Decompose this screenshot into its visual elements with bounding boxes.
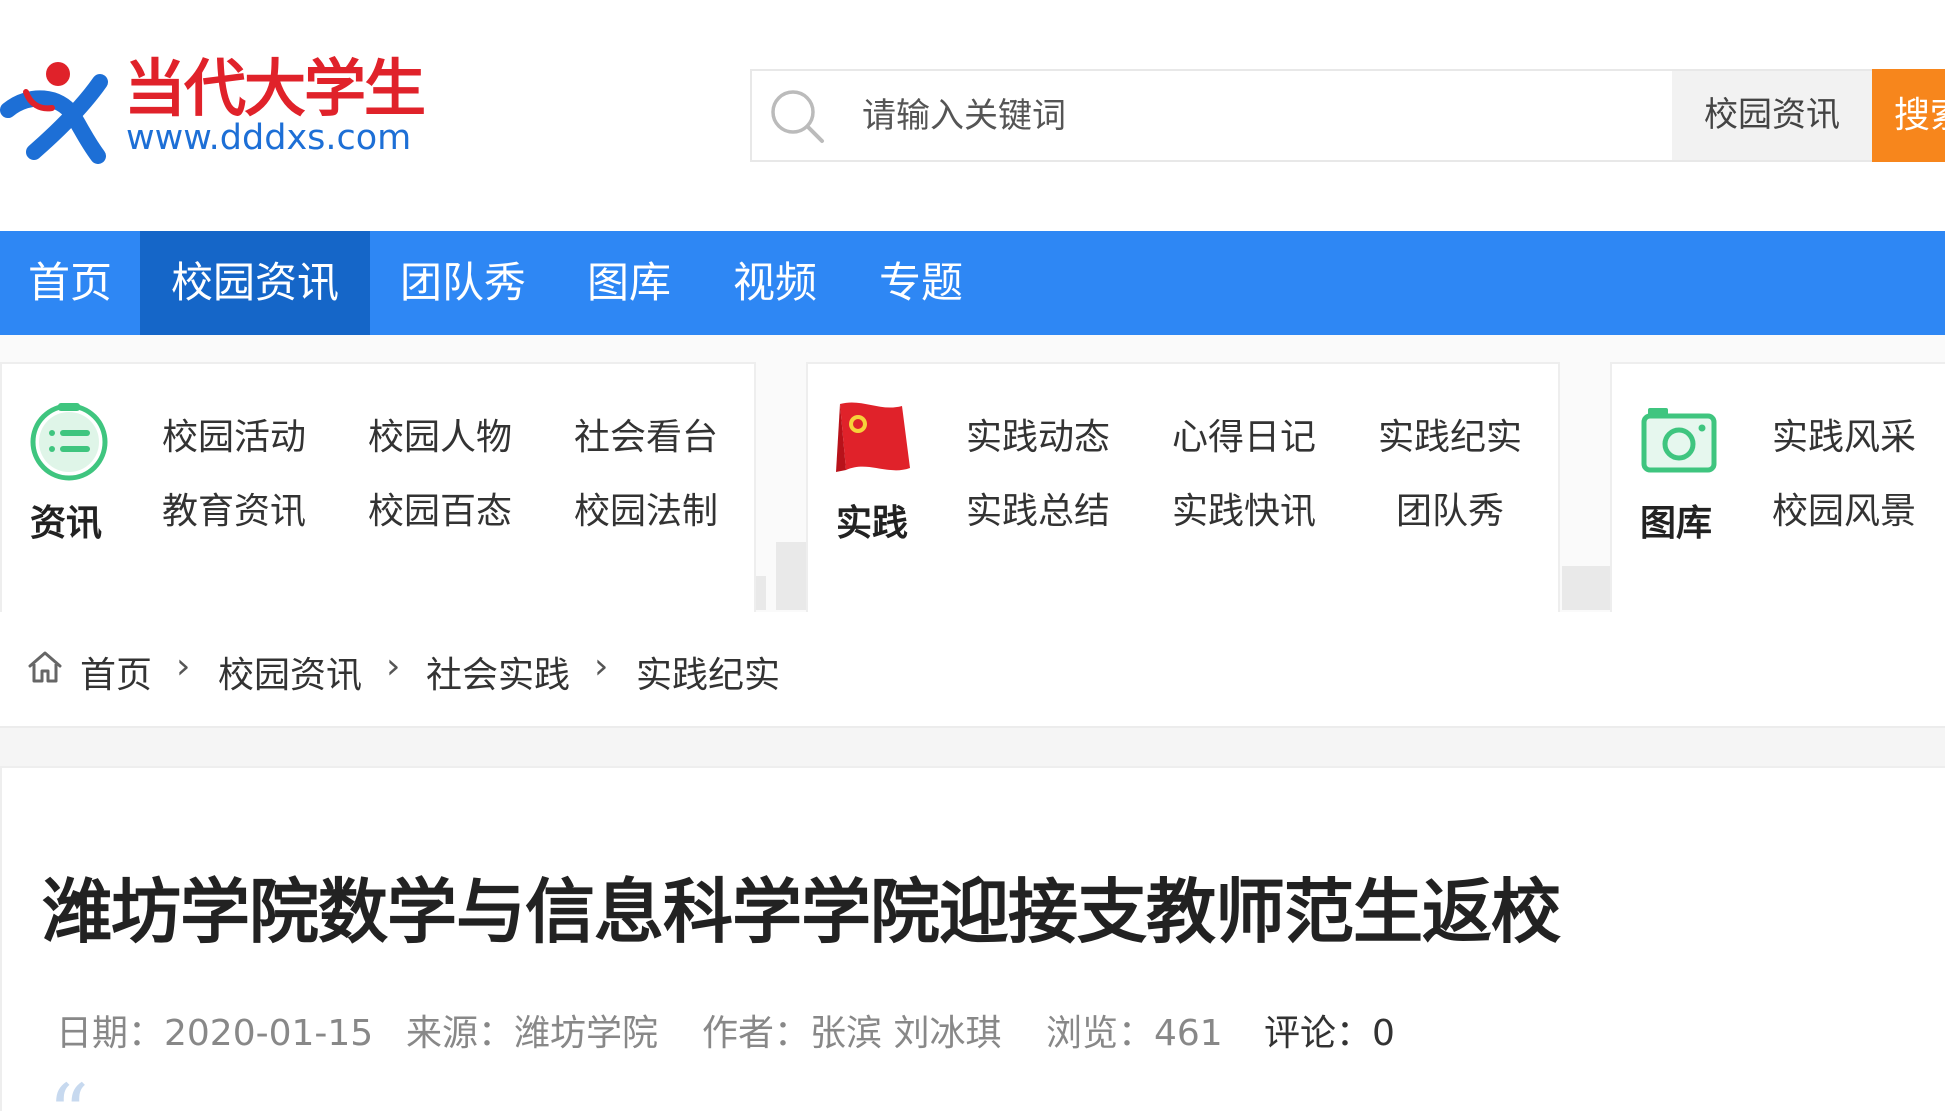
- sub-link-campus-people[interactable]: 校园人物: [368, 408, 512, 460]
- sub-link-education-news[interactable]: 教育资讯: [162, 482, 306, 534]
- article: 潍坊学院数学与信息科学学院迎接支教师范生返校 日期：2020-01-15 来源：…: [0, 766, 1945, 1111]
- category-label-news[interactable]: 资讯: [30, 494, 102, 546]
- sub-link-campus-activities[interactable]: 校园活动: [162, 408, 306, 460]
- breadcrumb-practice-record[interactable]: 实践纪实: [636, 646, 780, 698]
- logo-chinese-name: 当代大学生: [124, 52, 426, 125]
- article-title: 潍坊学院数学与信息科学学院迎接支教师范生返校: [42, 871, 1561, 953]
- category-panel-practice: 实践 实践动态 心得日记 实践纪实 实践总结 实践快讯 团队秀: [806, 362, 1560, 612]
- list-icon: [30, 403, 108, 481]
- sub-link-practice-style[interactable]: 实践风采: [1772, 408, 1916, 460]
- article-author: 作者：张滨 刘冰琪: [702, 1013, 1002, 1054]
- article-source: 来源：潍坊学院: [406, 1013, 659, 1054]
- logo-mark-icon: [0, 62, 108, 164]
- sub-link-practice-flash[interactable]: 实践快讯: [1172, 482, 1316, 534]
- main-nav: 首页 校园资讯 团队秀 图库 视频 专题: [0, 231, 1945, 335]
- sub-link-diary[interactable]: 心得日记: [1172, 408, 1316, 460]
- site-header: 当代大学生 www.dddxs.com 校园资讯 搜索: [0, 0, 1945, 231]
- category-band: 资讯 校园活动 校园人物 社会看台 教育资讯 校园百态 校园法制 实践 实践动态…: [0, 335, 1945, 612]
- article-comments[interactable]: 评论：0: [1264, 1004, 1395, 1056]
- category-label-gallery[interactable]: 图库: [1640, 494, 1712, 546]
- breadcrumb-separator-icon: ›: [176, 646, 191, 687]
- nav-item-home[interactable]: 首页: [0, 231, 140, 335]
- sub-link-practice-summary[interactable]: 实践总结: [966, 482, 1110, 534]
- sub-link-practice-record[interactable]: 实践纪实: [1378, 408, 1522, 460]
- site-logo[interactable]: 当代大学生 www.dddxs.com: [0, 48, 430, 168]
- breadcrumb-campus-news[interactable]: 校园资讯: [218, 646, 362, 698]
- breadcrumb: 首页 › 校园资讯 › 社会实践 › 实践纪实: [0, 612, 1945, 728]
- breadcrumb-separator-icon: ›: [386, 646, 401, 687]
- flag-icon: [836, 402, 910, 472]
- search-button[interactable]: 搜索: [1872, 69, 1945, 162]
- home-icon[interactable]: [26, 648, 64, 686]
- sub-link-campus-scenery[interactable]: 校园风景: [1772, 482, 1916, 534]
- nav-item-campus-news[interactable]: 校园资讯: [140, 231, 370, 335]
- category-label-practice[interactable]: 实践: [836, 494, 908, 546]
- logo-url: www.dddxs.com: [126, 118, 412, 158]
- sub-link-campus-life[interactable]: 校园百态: [368, 482, 512, 534]
- breadcrumb-home[interactable]: 首页: [80, 646, 152, 698]
- breadcrumb-social-practice[interactable]: 社会实践: [426, 646, 570, 698]
- nav-item-topics[interactable]: 专题: [848, 231, 994, 335]
- search-scope-select[interactable]: 校园资讯: [1672, 71, 1872, 160]
- sub-link-campus-law[interactable]: 校园法制: [574, 482, 718, 534]
- sub-link-social-watch[interactable]: 社会看台: [574, 408, 718, 460]
- nav-item-team-show[interactable]: 团队秀: [380, 231, 546, 335]
- search-input[interactable]: [862, 83, 1402, 149]
- section-gap: [0, 728, 1945, 768]
- category-panel-gallery: 图库 实践风采 校园风景: [1610, 362, 1945, 612]
- quote-icon: “: [48, 1074, 89, 1111]
- sub-link-team-show[interactable]: 团队秀: [1396, 482, 1504, 534]
- breadcrumb-separator-icon: ›: [594, 646, 609, 687]
- search-bar: 校园资讯 搜索: [750, 69, 1945, 162]
- nav-item-gallery[interactable]: 图库: [556, 231, 702, 335]
- article-views: 浏览：461: [1046, 1013, 1223, 1054]
- sub-link-practice-news[interactable]: 实践动态: [966, 408, 1110, 460]
- camera-icon: [1641, 408, 1717, 473]
- nav-item-video[interactable]: 视频: [702, 231, 848, 335]
- search-icon: [771, 90, 824, 143]
- article-date: 日期：2020-01-15: [56, 1013, 374, 1054]
- category-panel-news: 资讯 校园活动 校园人物 社会看台 教育资讯 校园百态 校园法制: [0, 362, 756, 612]
